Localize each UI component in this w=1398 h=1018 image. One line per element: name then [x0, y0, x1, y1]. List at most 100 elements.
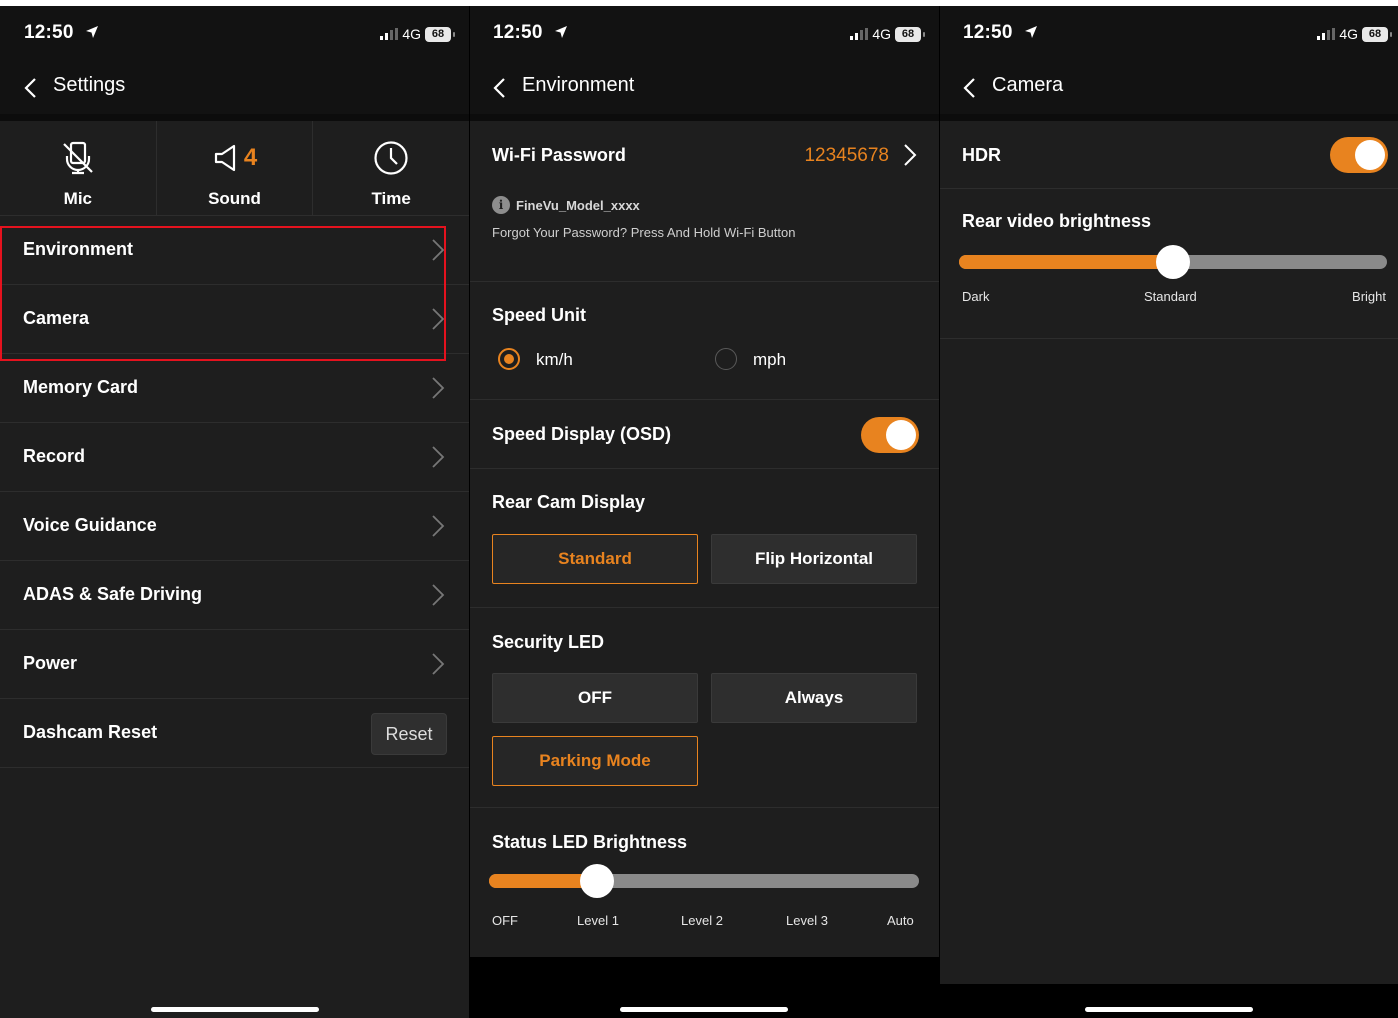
environment-screen: 12:50 4G 68 Environment Wi-Fi Password 1… [469, 6, 939, 1018]
info-icon: i [492, 196, 510, 214]
sound-level-badge: 4 [243, 144, 258, 171]
wifi-password-label: Wi-Fi Password [492, 145, 626, 165]
tick-label: Bright [1352, 289, 1386, 304]
hdr-toggle[interactable] [1330, 137, 1388, 173]
quick-time-label: Time [371, 189, 411, 208]
rear-cam-flip-button[interactable]: Flip Horizontal [711, 534, 917, 584]
location-arrow-icon [555, 26, 568, 38]
radio-kmh[interactable] [498, 348, 520, 370]
nav-bar: Settings [0, 62, 469, 114]
nav-bar: Environment [469, 62, 939, 114]
location-arrow-icon [86, 26, 99, 38]
reset-button[interactable]: Reset [371, 713, 447, 755]
rear-brightness-label: Rear video brightness [962, 211, 1152, 231]
battery-icon: 68 [895, 26, 925, 42]
settings-item-memory-card[interactable]: Memory Card [0, 354, 469, 423]
speed-display-section: Speed Display (OSD) [469, 400, 939, 469]
radio-kmh-label: km/h [536, 350, 573, 369]
back-chevron-icon[interactable] [489, 76, 513, 100]
quick-time[interactable]: Time [313, 121, 469, 215]
tick-label: Level 3 [786, 913, 828, 928]
settings-list: Environment Camera Memory Card Record Vo… [0, 216, 469, 768]
battery-icon: 68 [425, 26, 455, 42]
settings-screen: 12:50 4G 68 Settings Mic 4 Sound Time En… [0, 6, 469, 1018]
page-title: Camera [992, 74, 1064, 96]
screenshot-canvas: 12:50 4G 68 Settings Mic 4 Sound Time En… [0, 0, 1398, 1018]
camera-screen: 12:50 4G 68 Camera HDR Rear video bright… [939, 6, 1398, 1018]
speed-display-toggle[interactable] [861, 417, 919, 453]
battery-icon: 68 [1362, 26, 1392, 42]
home-indicator[interactable] [150, 1007, 319, 1012]
chevron-right-icon [432, 308, 445, 330]
security-led-off-button[interactable]: OFF [492, 673, 698, 723]
clock-icon [374, 141, 408, 175]
quick-mic-label: Mic [63, 189, 92, 208]
divider [939, 114, 1398, 121]
rear-cam-standard-button[interactable]: Standard [492, 534, 698, 584]
tick-label: OFF [492, 913, 518, 928]
security-led-always-button[interactable]: Always [711, 673, 917, 723]
settings-item-record[interactable]: Record [0, 423, 469, 492]
security-led-parking-button[interactable]: Parking Mode [492, 736, 698, 786]
settings-item-power[interactable]: Power [0, 630, 469, 699]
status-bar: 12:50 4G 68 [0, 6, 469, 62]
status-time: 12:50 [963, 22, 1038, 44]
rear-brightness-slider[interactable] [959, 245, 1387, 279]
status-indicators: 4G 68 [380, 26, 455, 42]
settings-item-label: ADAS & Safe Driving [23, 584, 203, 604]
radio-mph[interactable] [715, 348, 737, 370]
slider-fill [959, 255, 1173, 269]
back-chevron-icon[interactable] [20, 76, 44, 100]
panel-separator [469, 6, 470, 1018]
tick-label: Level 1 [577, 913, 619, 928]
chevron-right-icon [432, 239, 445, 261]
signal-icon [1317, 28, 1336, 40]
back-chevron-icon[interactable] [959, 76, 983, 100]
settings-item-label: Camera [23, 308, 90, 328]
speaker-icon [214, 144, 235, 172]
quick-mic[interactable]: Mic [0, 121, 157, 215]
slider-knob[interactable] [1156, 245, 1190, 279]
network-type: 4G [1339, 26, 1358, 42]
home-indicator[interactable] [620, 1007, 788, 1012]
hdr-section: HDR [939, 121, 1398, 189]
page-title: Environment [522, 74, 635, 96]
chevron-right-icon [432, 377, 445, 399]
home-indicator[interactable] [1084, 1007, 1253, 1012]
security-led-section: Security LED OFF Always Parking Mode [469, 608, 939, 808]
status-indicators: 4G 68 [850, 26, 925, 42]
settings-item-label: Power [23, 653, 78, 673]
divider [0, 114, 469, 121]
status-led-slider[interactable] [489, 864, 919, 898]
nav-bar: Camera [939, 62, 1398, 114]
settings-item-label: Record [23, 446, 86, 466]
status-indicators: 4G 68 [1317, 26, 1392, 42]
settings-item-label: Memory Card [23, 377, 139, 397]
chevron-right-icon [432, 653, 445, 675]
chevron-right-icon [432, 446, 445, 468]
wifi-section: Wi-Fi Password 12345678 i FineVu_Model_x… [469, 121, 939, 282]
settings-item-label: Dashcam Reset [23, 722, 158, 742]
wifi-ssid: FineVu_Model_xxxx [516, 197, 640, 213]
quick-sound[interactable]: 4 Sound [157, 121, 314, 215]
quick-settings: Mic 4 Sound Time [0, 121, 469, 216]
rear-cam-section: Rear Cam Display Standard Flip Horizonta… [469, 469, 939, 608]
slider-knob[interactable] [579, 864, 614, 898]
settings-item-voice-guidance[interactable]: Voice Guidance [0, 492, 469, 561]
settings-item-environment[interactable]: Environment [0, 216, 469, 285]
settings-item-label: Voice Guidance [23, 515, 157, 535]
status-led-section: Status LED Brightness OFF Level 1 Level … [469, 808, 939, 957]
chevron-right-icon[interactable] [903, 143, 917, 167]
network-type: 4G [402, 26, 421, 42]
tick-label: Level 2 [681, 913, 723, 928]
settings-item-camera[interactable]: Camera [0, 285, 469, 354]
speed-unit-label: Speed Unit [492, 305, 587, 325]
tick-label: Standard [1144, 289, 1197, 304]
wifi-password-value[interactable]: 12345678 [804, 145, 889, 167]
radio-mph-label: mph [753, 350, 787, 369]
quick-sound-label: Sound [208, 189, 261, 208]
status-time: 12:50 [493, 22, 568, 44]
rear-brightness-section: Rear video brightness Dark Standard Brig… [939, 189, 1398, 339]
settings-item-adas[interactable]: ADAS & Safe Driving [0, 561, 469, 630]
speed-display-label: Speed Display (OSD) [492, 424, 672, 444]
